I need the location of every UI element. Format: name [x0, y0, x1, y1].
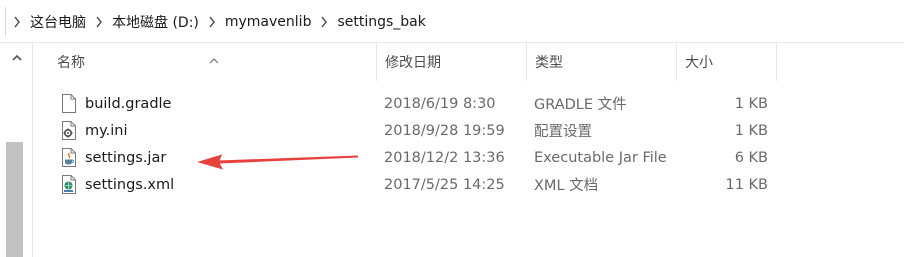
file-row-build-gradle[interactable]: build.gradle 2018/6/19 8:30 GRADLE 文件 1 … [33, 90, 904, 117]
chevron-right-icon[interactable] [90, 16, 108, 28]
column-name[interactable]: 名称 [49, 43, 377, 81]
address-bar[interactable]: 这台电脑 本地磁盘 (D:) mymavenlib settings_bak [0, 0, 904, 43]
chevron-right-icon[interactable] [8, 16, 26, 28]
breadcrumb-this-pc[interactable]: 这台电脑 [26, 12, 90, 32]
column-modified[interactable]: 修改日期 [377, 43, 527, 81]
blank-document-icon [61, 94, 77, 113]
scroll-up-icon[interactable] [11, 49, 23, 61]
settings-file-icon [61, 121, 77, 140]
file-row-my-ini[interactable]: my.ini 2018/9/28 19:59 配置设置 1 KB [33, 117, 904, 144]
file-name: build.gradle [85, 95, 172, 112]
file-type: Executable Jar File [534, 149, 667, 166]
column-size[interactable]: 大小 [677, 43, 777, 81]
file-modified: 2018/12/2 13:36 [384, 149, 505, 166]
file-size: 1 KB [734, 95, 768, 112]
breadcrumb-mymavenlib[interactable]: mymavenlib [221, 14, 316, 30]
file-type: GRADLE 文件 [534, 97, 627, 113]
file-name: my.ini [85, 122, 128, 139]
file-type: XML 文档 [534, 178, 599, 194]
address-bar-edge [0, 7, 6, 37]
chevron-right-icon[interactable] [315, 16, 333, 28]
file-row-settings-xml[interactable]: settings.xml 2017/5/25 14:25 XML 文档 11 K… [33, 171, 904, 198]
navigation-pane [0, 43, 33, 257]
java-jar-icon [61, 148, 77, 167]
file-modified: 2018/6/19 8:30 [384, 95, 496, 112]
scrollbar-thumb[interactable] [6, 142, 23, 257]
file-modified: 2018/9/28 19:59 [384, 122, 505, 139]
file-size: 11 KB [725, 176, 768, 193]
file-row-settings-jar[interactable]: settings.jar 2018/12/2 13:36 Executable … [33, 144, 904, 171]
file-name: settings.jar [85, 149, 167, 166]
file-modified: 2017/5/25 14:25 [384, 176, 505, 193]
file-name: settings.xml [85, 176, 175, 193]
breadcrumb-local-disk[interactable]: 本地磁盘 (D:) [108, 12, 203, 32]
chevron-right-icon[interactable] [203, 16, 221, 28]
column-header: 名称 修改日期 类型 大小 [33, 43, 904, 81]
breadcrumb: 这台电脑 本地磁盘 (D:) mymavenlib settings_bak [8, 9, 430, 35]
xml-document-icon [61, 175, 77, 194]
file-size: 6 KB [734, 149, 768, 166]
file-size: 1 KB [734, 122, 768, 139]
file-type: 配置设置 [534, 124, 592, 140]
column-type[interactable]: 类型 [527, 43, 677, 81]
breadcrumb-settings-bak[interactable]: settings_bak [333, 14, 429, 30]
